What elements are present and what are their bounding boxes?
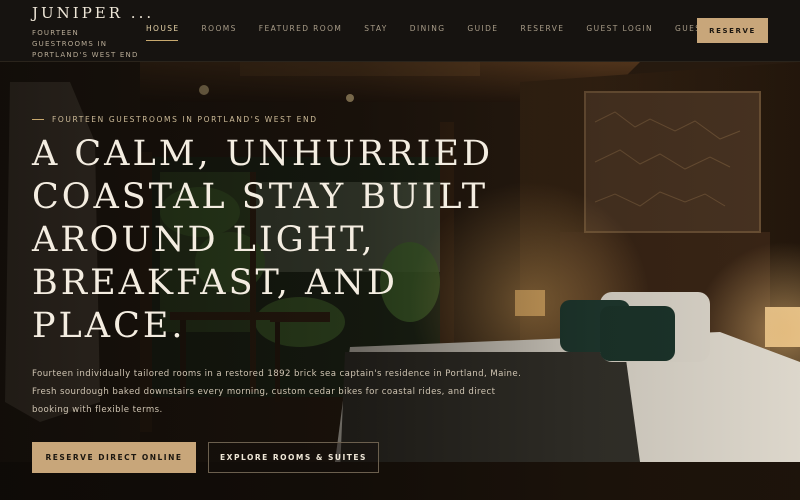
hero-headline: A CALM, UNHURRIED COASTAL STAY BUILT ARO… — [32, 134, 494, 346]
reserve-direct-button[interactable]: RESERVE DIRECT ONLINE — [32, 442, 196, 473]
nav-item-reserve[interactable]: RESERVE — [520, 24, 564, 33]
nav-item-guide[interactable]: GUIDE — [467, 24, 498, 33]
nav-item-guest-login[interactable]: GUEST LOGIN — [586, 24, 653, 33]
nav-item-house[interactable]: HOUSE — [146, 24, 180, 33]
brand-tagline: FOURTEEN GUESTROOMS IN PORTLAND'S WEST E… — [32, 29, 139, 59]
site-header: JUNIPER ... FOURTEEN GUESTROOMS IN PORTL… — [0, 0, 800, 62]
header-reserve-button[interactable]: RESERVE — [697, 18, 768, 43]
brand-name[interactable]: JUNIPER ... — [32, 4, 154, 22]
main-nav: HOUSE ROOMS FEATURED ROOM STAY DINING GU… — [146, 24, 770, 33]
hero-description: Fourteen individually tailored rooms in … — [32, 369, 522, 415]
hero-eyebrow: FOURTEEN GUESTROOMS IN PORTLAND'S WEST E… — [32, 115, 318, 124]
brand[interactable]: JUNIPER ... FOURTEEN GUESTROOMS IN PORTL… — [32, 4, 154, 61]
eyebrow-dash — [32, 119, 44, 120]
nav-item-dining[interactable]: DINING — [410, 24, 446, 33]
explore-rooms-button[interactable]: EXPLORE ROOMS & SUITES — [208, 442, 379, 473]
active-nav-indicator — [146, 40, 178, 41]
eyebrow-text: FOURTEEN GUESTROOMS IN PORTLAND'S WEST E… — [52, 115, 318, 124]
nav-item-featured-room[interactable]: FEATURED ROOM — [259, 24, 342, 33]
nav-item-stay[interactable]: STAY — [364, 24, 388, 33]
nav-item-rooms[interactable]: ROOMS — [202, 24, 237, 33]
